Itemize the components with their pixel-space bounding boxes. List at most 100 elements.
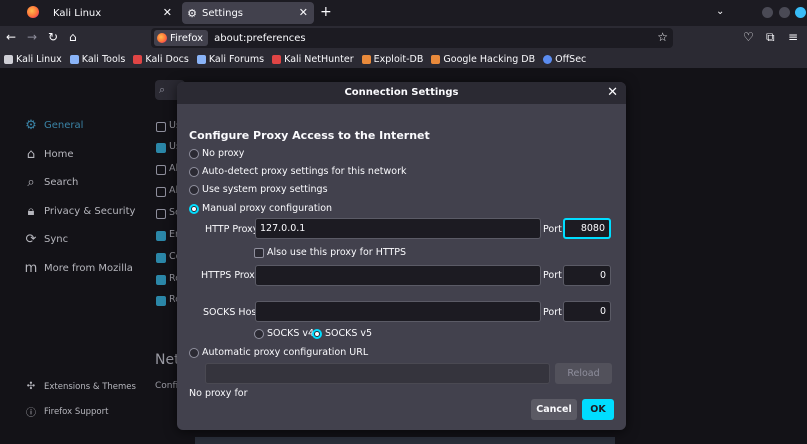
socks-port-input[interactable] (563, 301, 611, 322)
also-https-checkbox[interactable]: Also use this proxy for HTTPS (254, 247, 406, 258)
bookmark-item[interactable]: Google Hacking DB (431, 54, 535, 65)
radio-label: No proxy (202, 148, 245, 159)
help-icon: ⓘ (26, 408, 36, 419)
window-close-button[interactable] (795, 7, 806, 18)
sidebar-item-search[interactable]: ⌕ Search (24, 175, 78, 190)
bookmark-item[interactable]: Exploit-DB (361, 54, 423, 65)
network-settings-text: Confi (155, 381, 179, 391)
url-text[interactable]: about:preferences (214, 33, 306, 44)
gear-icon: ⚙ (187, 6, 197, 20)
sidebar-firefox-support[interactable]: ⓘ Firefox Support (24, 404, 109, 420)
firefox-icon (157, 33, 167, 43)
tab-kali-linux[interactable]: Kali Linux ✕ (44, 2, 178, 24)
checkbox-box[interactable] (254, 247, 264, 258)
https-port-input[interactable] (563, 265, 611, 286)
radio-button[interactable] (312, 328, 322, 339)
background-checkbox (156, 165, 166, 175)
sidebar-item-sync[interactable]: ⟳ Sync (24, 232, 69, 247)
identity-box[interactable]: Firefox (154, 30, 209, 46)
background-checkbox (156, 231, 166, 241)
bookmark-item[interactable]: Kali Docs (133, 53, 189, 65)
sidebar-item-label: Firefox Support (44, 406, 109, 417)
close-tab-icon[interactable]: ✕ (163, 6, 172, 19)
reload-icon[interactable]: ↻ (48, 30, 58, 44)
sidebar-extensions-themes[interactable]: ✣ Extensions & Themes (24, 381, 136, 392)
tab-settings[interactable]: ⚙ Settings ✕ (182, 2, 314, 24)
http-proxy-host-input[interactable] (255, 218, 541, 239)
chevron-down-icon[interactable]: ⌄ (716, 6, 724, 17)
radio-system-proxy[interactable]: Use system proxy settings (189, 184, 328, 195)
bookmark-item[interactable]: Kali Forums (196, 54, 264, 65)
back-arrow-icon[interactable]: ← (6, 30, 16, 44)
http-port-input[interactable] (563, 218, 611, 239)
network-settings-heading: Net (155, 352, 180, 368)
https-proxy-host-input[interactable] (255, 265, 541, 286)
background-checkbox (156, 296, 166, 306)
sidebar-item-home[interactable]: ⌂ Home (24, 147, 74, 162)
exploit-db-icon (361, 54, 371, 64)
radio-socks-v5[interactable]: SOCKS v5 (312, 328, 372, 339)
radio-button[interactable] (189, 166, 199, 177)
http-proxy-label: HTTP Proxy (205, 224, 259, 235)
bookmark-label: Kali Linux (16, 53, 62, 65)
pocket-icon[interactable]: ♡ (743, 30, 754, 44)
radio-auto-config-url[interactable]: Automatic proxy configuration URL (189, 347, 368, 358)
radio-button[interactable] (189, 148, 199, 159)
connection-settings-dialog: Connection Settings ✕ Configure Proxy Ac… (177, 82, 626, 430)
checkbox-label: Also use this proxy for HTTPS (267, 247, 407, 258)
radio-auto-detect[interactable]: Auto-detect proxy settings for this netw… (189, 166, 407, 177)
sidebar-item-label: Sync (44, 234, 69, 245)
sidebar-item-label: Home (44, 149, 74, 160)
radio-button[interactable] (254, 328, 264, 339)
minimize-button[interactable] (762, 7, 773, 18)
bookmark-label: Kali Tools (81, 53, 126, 65)
sidebar-item-general[interactable]: ⚙ General (24, 118, 83, 133)
radio-button[interactable] (189, 347, 199, 358)
bookmark-item[interactable]: Kali NetHunter (272, 54, 354, 65)
radio-socks-v4[interactable]: SOCKS v4 (254, 328, 314, 339)
search-icon: ⌕ (27, 175, 35, 190)
background-checkbox (156, 253, 166, 263)
ghdb-icon (431, 54, 441, 64)
maximize-button[interactable] (779, 7, 790, 18)
identity-label: Firefox (170, 32, 204, 44)
radio-button[interactable] (189, 184, 199, 195)
reload-button[interactable]: Reload (555, 363, 612, 384)
bookmark-item[interactable]: Kali Linux (4, 54, 62, 65)
sidebar-item-privacy[interactable]: 🔒︎ Privacy & Security (24, 204, 136, 219)
url-bar[interactable]: Firefox about:preferences ☆ (151, 28, 673, 48)
tab-strip: Kali Linux ✕ ⚙ Settings ✕ + ⌄ (0, 0, 807, 26)
sidebar-item-more-mozilla[interactable]: m More from Mozilla (24, 261, 133, 276)
auto-config-url-input[interactable] (205, 363, 550, 384)
lock-icon: 🔒︎ (27, 204, 35, 219)
socks-host-input[interactable] (255, 301, 541, 322)
socks-port-label: Port (543, 307, 562, 318)
radio-manual-proxy[interactable]: Manual proxy configuration (189, 203, 332, 214)
menu-icon[interactable]: ≡ (788, 30, 798, 44)
https-proxy-label: HTTPS Proxy (201, 270, 261, 281)
home-icon[interactable]: ⌂ (69, 30, 77, 44)
new-tab-button[interactable]: + (320, 4, 332, 20)
bookmark-item[interactable]: OffSec (543, 54, 586, 65)
gear-icon: ⚙ (25, 118, 37, 133)
radio-label: SOCKS v5 (325, 328, 373, 339)
forward-arrow-icon[interactable]: → (27, 30, 37, 44)
close-icon[interactable]: ✕ (607, 82, 618, 104)
dialog-title: Connection Settings (344, 87, 459, 98)
bookmark-label: Kali NetHunter (284, 53, 354, 65)
offsec-icon (543, 54, 553, 64)
bookmark-star-icon[interactable]: ☆ (657, 30, 668, 44)
bookmark-item[interactable]: Kali Tools (69, 53, 126, 65)
sidebar-item-label: Extensions & Themes (44, 381, 136, 392)
ok-button[interactable]: OK (582, 399, 614, 420)
radio-no-proxy[interactable]: No proxy (189, 148, 244, 159)
background-checkbox (156, 122, 166, 132)
cancel-button[interactable]: Cancel (531, 399, 577, 420)
bookmark-label: Kali Docs (145, 53, 189, 65)
firefox-view-icon[interactable] (27, 6, 39, 18)
http-port-label: Port (543, 224, 562, 235)
radio-button[interactable] (189, 203, 199, 214)
extensions-icon[interactable]: ⧉ (766, 30, 775, 45)
sync-icon: ⟳ (25, 232, 37, 247)
close-tab-icon[interactable]: ✕ (299, 6, 308, 19)
